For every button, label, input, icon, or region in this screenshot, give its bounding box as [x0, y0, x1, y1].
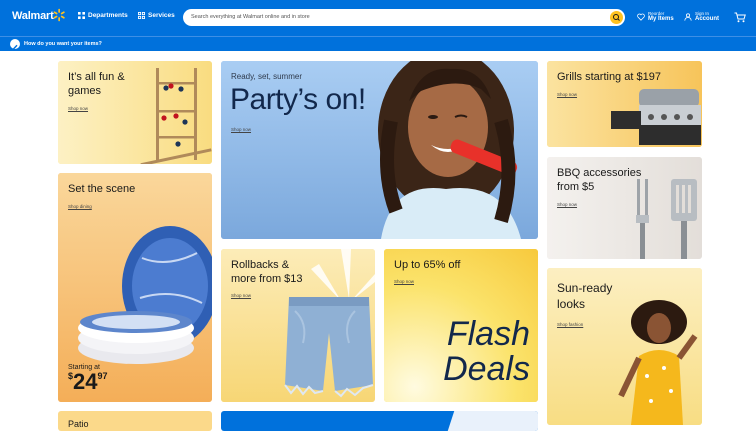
- promo-card-rollbacks[interactable]: Rollbacks & more from $13 Shop now: [221, 249, 375, 402]
- search-bar[interactable]: Search everything at Walmart online and …: [183, 9, 625, 26]
- promo-card-flash-deals[interactable]: Up to 65% off Shop now Flash Deals: [384, 249, 538, 402]
- promo-card-fun-games[interactable]: It’s all fun & games Shop now: [58, 61, 212, 164]
- woman-yellow-dress-image: [618, 300, 698, 425]
- services-label: Services: [148, 12, 175, 19]
- shop-now-link[interactable]: Shop now: [68, 106, 88, 111]
- card-title: It’s all fun & games: [68, 71, 125, 97]
- card-title: Sun-ready looks: [557, 281, 613, 311]
- hero-title: Party’s on!: [230, 83, 366, 116]
- promo-card-fashion[interactable]: Sun-ready looks Shop fashion: [547, 268, 702, 425]
- reorder-link[interactable]: Reorder My Items: [637, 11, 674, 22]
- shop-now-link[interactable]: Shop now: [231, 293, 251, 298]
- fulfillment-icon: [10, 39, 20, 50]
- shop-now-link[interactable]: Shop now: [231, 127, 251, 132]
- departments-label: Departments: [88, 12, 128, 19]
- fulfillment-bar[interactable]: How do you want your items?: [0, 36, 756, 51]
- blue-dinnerware-image: [78, 226, 212, 364]
- bbq-tools-image: [636, 179, 697, 259]
- account-big-label: Account: [695, 16, 719, 22]
- flash-big-text-1: Flash: [446, 315, 530, 353]
- price-block: Starting at $2497: [68, 364, 108, 394]
- promo-banner-bottom[interactable]: [221, 411, 538, 431]
- card-title: Grills starting at $197: [557, 71, 661, 83]
- promo-card-patio[interactable]: Patio: [58, 411, 212, 431]
- services-menu[interactable]: Services: [138, 12, 175, 19]
- hero-card-summer[interactable]: Ready, set, summer Party’s on! Shop now: [221, 61, 538, 239]
- search-icon: [613, 14, 620, 21]
- promo-card-dining[interactable]: Set the scene Shop dining Starting at $2…: [58, 173, 212, 402]
- card-title: Set the scene: [68, 183, 136, 195]
- card-title: Patio: [68, 419, 89, 429]
- denim-shorts-image: [284, 297, 374, 398]
- search-input[interactable]: Search everything at Walmart online and …: [191, 14, 310, 20]
- promo-card-bbq[interactable]: BBQ accessories from $5 Shop now: [547, 157, 702, 259]
- walmart-logo[interactable]: Walmart: [12, 10, 54, 22]
- grill-image: [611, 89, 701, 145]
- fulfillment-prompt: How do you want your items?: [24, 40, 102, 47]
- shop-now-link[interactable]: Shop now: [557, 202, 577, 207]
- top-navigation-bar: Walmart Departments Services Search ever…: [0, 0, 756, 36]
- banner-stripe: [447, 411, 538, 431]
- card-title: Up to 65% off: [394, 259, 461, 271]
- ladder-toss-game-image: [140, 68, 212, 164]
- user-icon: [684, 12, 692, 21]
- promo-card-grills[interactable]: Grills starting at $197 Shop now: [547, 61, 702, 147]
- grid-icon: [138, 12, 145, 19]
- flash-big-text-2: Deals: [443, 350, 530, 388]
- departments-menu[interactable]: Departments: [78, 12, 128, 19]
- grid-icon: [78, 12, 85, 19]
- woman-with-popsicle-image: [378, 61, 521, 239]
- shop-fashion-link[interactable]: Shop fashion: [557, 322, 583, 327]
- price-main: 24: [73, 369, 98, 394]
- shop-now-link[interactable]: Shop now: [394, 279, 414, 284]
- cart-icon[interactable]: [734, 12, 746, 23]
- shop-now-link[interactable]: Shop now: [557, 92, 577, 97]
- heart-icon: [637, 13, 645, 21]
- reorder-big-label: My Items: [648, 16, 674, 22]
- card-title: Rollbacks & more from $13: [231, 259, 303, 285]
- spark-icon[interactable]: [52, 8, 66, 22]
- price-cents: 97: [97, 371, 108, 381]
- account-link[interactable]: Sign In Account: [684, 11, 719, 22]
- search-button[interactable]: [610, 11, 623, 24]
- hero-kicker: Ready, set, summer: [231, 72, 302, 81]
